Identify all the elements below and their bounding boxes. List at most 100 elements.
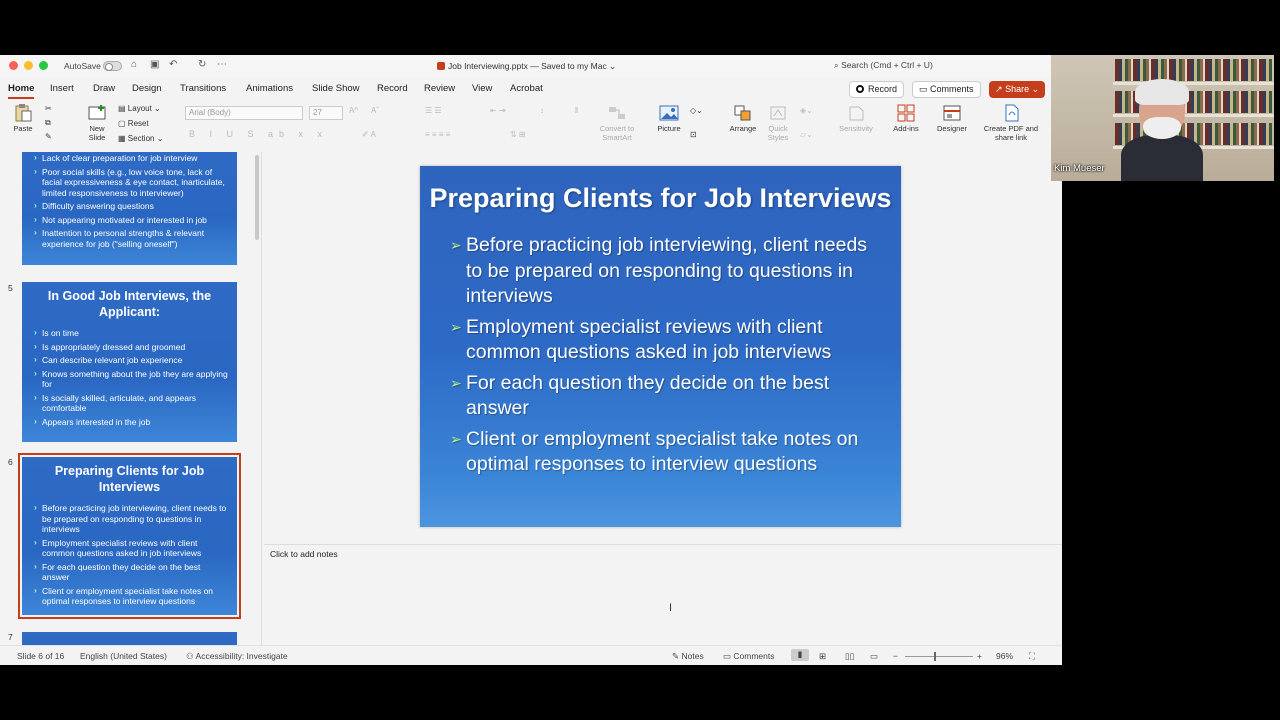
slide-bullet-list[interactable]: Before practicing job interviewing, clie… bbox=[420, 233, 901, 478]
copy-icon[interactable]: ⧉ bbox=[45, 118, 51, 128]
fit-to-window-icon[interactable]: ⛶ bbox=[1029, 651, 1035, 662]
autosave-label: AutoSave bbox=[64, 61, 101, 71]
addins-label: Add-ins bbox=[893, 124, 919, 133]
webcam-video: Kim Mueser bbox=[1051, 55, 1274, 181]
new-slide-button[interactable]: New Slide bbox=[82, 104, 112, 142]
picture-button[interactable]: Picture bbox=[652, 104, 686, 133]
list-item: Not appearing motivated or interested in… bbox=[34, 214, 229, 226]
notes-divider[interactable] bbox=[264, 544, 1062, 545]
tab-animations[interactable]: Animations bbox=[246, 83, 293, 94]
title-bar: AutoSave ⌂ ▣ ↶ ↻ ⋯ Job Interviewing.pptx… bbox=[0, 55, 1062, 77]
notes-button[interactable]: ✎ Notes bbox=[672, 651, 704, 662]
bullets-icon[interactable]: ☰ ☰ bbox=[425, 106, 442, 115]
create-pdf-button[interactable]: Create PDF and share link bbox=[982, 104, 1040, 142]
accessibility-status[interactable]: ⚇ Accessibility: Investigate bbox=[186, 651, 288, 662]
record-button[interactable]: Record bbox=[849, 81, 905, 98]
font-name-select[interactable]: Arial (Body) bbox=[185, 106, 303, 120]
zoom-level[interactable]: 96% bbox=[996, 651, 1013, 661]
line-spacing-icon[interactable]: ↕ bbox=[540, 106, 544, 115]
normal-view-button[interactable]: ▮ bbox=[791, 649, 809, 661]
paste-button[interactable]: Paste bbox=[10, 104, 36, 133]
slide-thumbnail-7[interactable] bbox=[22, 632, 237, 645]
zoom-in-button[interactable]: + bbox=[977, 651, 982, 661]
share-label: Share bbox=[1005, 84, 1030, 94]
font-format-buttons[interactable]: B I U S ab x x bbox=[189, 129, 328, 139]
tab-review[interactable]: Review bbox=[424, 83, 455, 94]
designer-button[interactable]: Designer bbox=[934, 104, 970, 133]
columns-icon[interactable]: ⫴ bbox=[575, 106, 578, 116]
convert-smartart-button[interactable]: Convert to SmartArt bbox=[595, 104, 639, 142]
minimize-window-button[interactable] bbox=[24, 61, 33, 70]
save-icon[interactable]: ▣ bbox=[150, 59, 159, 70]
powerpoint-file-icon bbox=[437, 62, 445, 70]
textbox-icon[interactable]: ⊡ bbox=[690, 130, 697, 139]
slide-title[interactable]: Preparing Clients for Job Interviews bbox=[420, 166, 901, 216]
arrange-button[interactable]: Arrange bbox=[727, 104, 759, 133]
tab-design[interactable]: Design bbox=[132, 83, 162, 94]
indent-icon[interactable]: ⇤ ⇥ bbox=[490, 106, 506, 115]
slide-thumbnail-4[interactable]: Lack of clear preparation for job interv… bbox=[22, 152, 237, 265]
grow-font-icon[interactable]: A^ bbox=[349, 106, 358, 115]
cut-icon[interactable]: ✂ bbox=[45, 104, 52, 113]
tab-record[interactable]: Record bbox=[377, 83, 408, 94]
status-comments-button[interactable]: ▭ Comments bbox=[723, 651, 775, 662]
sensitivity-button[interactable]: Sensitivity bbox=[836, 104, 876, 133]
autosave-toggle[interactable] bbox=[103, 61, 122, 71]
slide-thumbnail-5[interactable]: In Good Job Interviews, the Applicant: I… bbox=[22, 282, 237, 442]
slide-sorter-view-icon[interactable]: ⊞ bbox=[819, 651, 826, 662]
slideshow-view-icon[interactable]: ▭ bbox=[870, 651, 878, 662]
comment-icon: ▭ bbox=[723, 651, 732, 661]
zoom-slider-handle[interactable] bbox=[934, 652, 936, 661]
shape-outline-icon[interactable]: ▱⌄ bbox=[800, 130, 813, 139]
font-size-select[interactable]: 27 bbox=[309, 106, 343, 120]
quick-styles-label: Quick Styles bbox=[767, 124, 789, 142]
search-field[interactable]: ⌕ Search (Cmd + Ctrl + U) bbox=[834, 60, 933, 71]
more-icon[interactable]: ⋯ bbox=[217, 59, 227, 70]
list-item: For each question they decide on the bes… bbox=[450, 371, 887, 422]
convert-smartart-label: Convert to SmartArt bbox=[599, 124, 635, 142]
home-icon[interactable]: ⌂ bbox=[131, 59, 137, 70]
addins-button[interactable]: Add-ins bbox=[889, 104, 923, 133]
reset-button[interactable]: ▢ Reset bbox=[118, 119, 149, 128]
current-slide[interactable]: Preparing Clients for Job Interviews Bef… bbox=[420, 166, 901, 527]
tab-draw[interactable]: Draw bbox=[93, 83, 115, 94]
share-button[interactable]: ↗ Share ⌄ bbox=[989, 81, 1046, 98]
quick-styles-button[interactable]: Quick Styles bbox=[764, 104, 792, 142]
comments-button[interactable]: ▭ Comments bbox=[912, 81, 981, 98]
layout-icon: ▤ bbox=[118, 104, 126, 113]
thumbnails-scrollbar[interactable] bbox=[255, 155, 259, 240]
tab-acrobat[interactable]: Acrobat bbox=[510, 83, 543, 94]
notes-icon: ✎ bbox=[672, 651, 680, 661]
text-direction-icon[interactable]: ⇅ ⊞ bbox=[510, 130, 526, 139]
status-comments-label: Comments bbox=[733, 651, 775, 661]
notes-placeholder[interactable]: Click to add notes bbox=[270, 549, 338, 559]
redo-icon[interactable]: ↻ bbox=[198, 59, 206, 70]
highlight-icon[interactable]: ✐ A bbox=[362, 130, 376, 139]
zoom-out-button[interactable]: − bbox=[893, 651, 898, 661]
tab-slide-show[interactable]: Slide Show bbox=[312, 83, 360, 94]
tab-home[interactable]: Home bbox=[8, 83, 35, 99]
tab-transitions[interactable]: Transitions bbox=[180, 83, 226, 94]
shapes-icon[interactable]: ◇⌄ bbox=[690, 106, 703, 115]
search-placeholder: Search (Cmd + Ctrl + U) bbox=[841, 60, 933, 70]
slide-thumbnails-pane[interactable]: Lack of clear preparation for job interv… bbox=[0, 152, 262, 645]
document-title[interactable]: Job Interviewing.pptx — Saved to my Mac … bbox=[437, 61, 616, 72]
list-item: Lack of clear preparation for job interv… bbox=[34, 152, 229, 164]
format-painter-icon[interactable]: ✎ bbox=[45, 132, 52, 141]
list-item: Before practicing job interviewing, clie… bbox=[450, 233, 887, 310]
zoom-slider[interactable] bbox=[905, 656, 973, 657]
tab-view[interactable]: View bbox=[472, 83, 492, 94]
slide-thumbnail-6[interactable]: Preparing Clients for Job Interviews Bef… bbox=[18, 453, 241, 619]
language-indicator[interactable]: English (United States) bbox=[80, 651, 167, 661]
tab-insert[interactable]: Insert bbox=[50, 83, 74, 94]
shape-fill-icon[interactable]: ◈⌄ bbox=[800, 106, 813, 115]
layout-button[interactable]: ▤ Layout ⌄ bbox=[118, 104, 161, 113]
shrink-font-icon[interactable]: Aˇ bbox=[371, 106, 379, 115]
zoom-window-button[interactable] bbox=[39, 61, 48, 70]
slide5-title: In Good Job Interviews, the Applicant: bbox=[47, 289, 212, 319]
section-button[interactable]: ▦ Section ⌄ bbox=[118, 134, 163, 143]
close-window-button[interactable] bbox=[9, 61, 18, 70]
undo-icon[interactable]: ↶ bbox=[169, 59, 177, 70]
reading-view-icon[interactable]: ▯▯ bbox=[845, 651, 854, 662]
align-icons[interactable]: ≡ ≡ ≡ ≡ bbox=[425, 130, 450, 139]
